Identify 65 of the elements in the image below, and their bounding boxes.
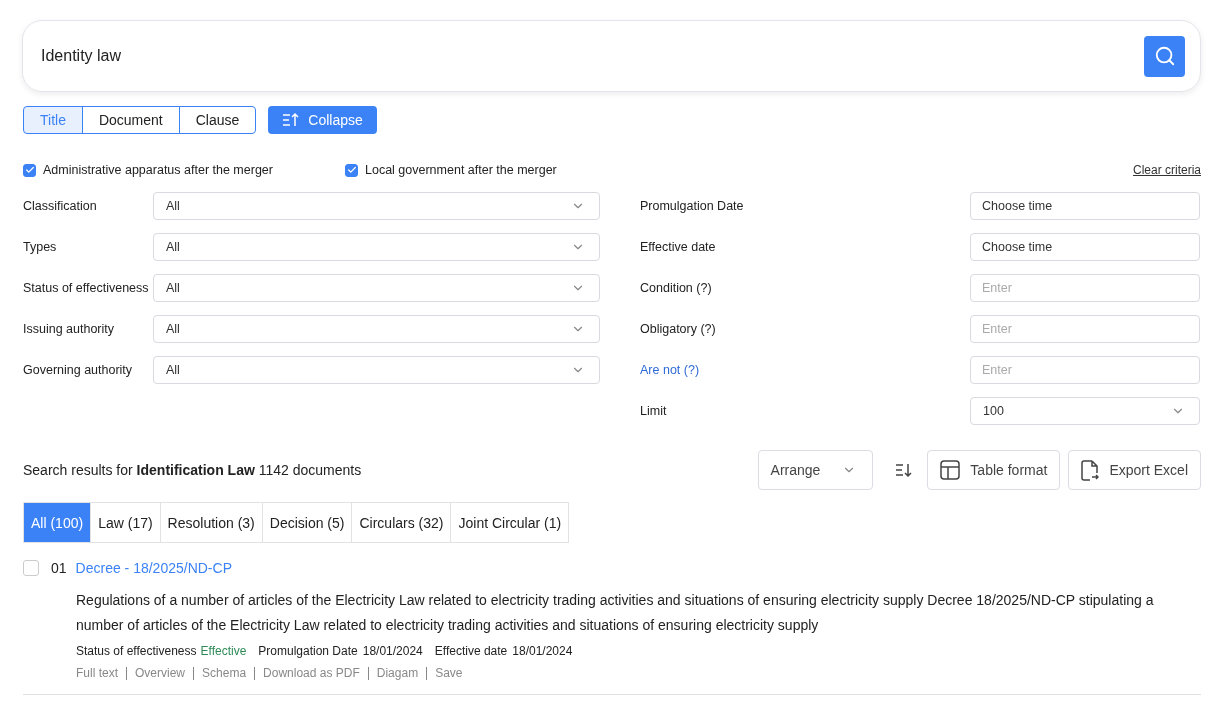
- filter-select[interactable]: All: [153, 192, 600, 220]
- file-export-icon: [1081, 459, 1100, 481]
- filter-select[interactable]: All: [153, 274, 600, 302]
- search-input[interactable]: Identity law: [39, 46, 1144, 66]
- filter-select[interactable]: 100: [970, 397, 1200, 425]
- action-link[interactable]: Full text: [76, 667, 126, 680]
- input-field[interactable]: Enter: [970, 274, 1200, 302]
- meta-value: 18/01/2024: [512, 644, 573, 658]
- result-summary: Regulations of a number of articles of the Electricity Law related to electricity trading activities and situations of ensuring electricity supply Decree 18/2025/ND-CP stipulating a number of articles of the Electricity Law related to electricity trading activities and situations of ensuring electricity supply: [76, 591, 1155, 635]
- filter-select[interactable]: All: [153, 315, 600, 343]
- sort-up-icon: [282, 112, 301, 128]
- checkbox[interactable]: [345, 163, 358, 177]
- category-tab[interactable]: Circulars (32): [351, 502, 452, 543]
- filter-select[interactable]: All: [153, 233, 600, 261]
- mode-tab[interactable]: Clause: [178, 106, 257, 134]
- category-tab[interactable]: All (100): [23, 502, 92, 543]
- clear-criteria-link[interactable]: Clear criteria: [1133, 163, 1201, 177]
- export-excel-button[interactable]: Export Excel: [1068, 450, 1201, 490]
- category-tab[interactable]: Law (17): [90, 502, 161, 543]
- filter-label: Limit: [640, 404, 668, 418]
- sort-down-icon: [895, 462, 914, 478]
- search-icon: [1153, 45, 1176, 67]
- filter-label: Condition (?): [640, 281, 713, 295]
- result-number: 01: [51, 560, 67, 576]
- result-title-link[interactable]: Decree - 18/2025/ND-CP: [75, 560, 232, 576]
- collapse-button[interactable]: Collapse: [268, 106, 377, 134]
- input-field[interactable]: Enter: [970, 315, 1200, 343]
- checkbox[interactable]: [23, 560, 39, 576]
- filter-label: Obligatory (?): [640, 322, 717, 336]
- mode-tab[interactable]: Document: [81, 106, 180, 134]
- filter-label: Status of effectiveness: [23, 281, 150, 295]
- meta-label: Effective date: [434, 644, 508, 658]
- filter-label: Types: [23, 240, 58, 254]
- checkbox-label: Administrative apparatus after the merger: [43, 163, 273, 177]
- action-link[interactable]: Download as PDF: [254, 667, 368, 680]
- search-field[interactable]: Identity law: [22, 20, 1201, 92]
- sort-button[interactable]: [895, 462, 914, 478]
- filter-label: Governing authority: [23, 363, 134, 377]
- category-tab[interactable]: Resolution (3): [159, 502, 263, 543]
- results-summary: Search results for Identification Law 1142 documents: [23, 462, 362, 478]
- table-format-button[interactable]: Table format: [927, 450, 1061, 490]
- filter-label: Issuing authority: [23, 322, 116, 336]
- filter-select[interactable]: All: [153, 356, 600, 384]
- category-tab[interactable]: Joint Circular (1): [450, 502, 570, 543]
- input-field[interactable]: Enter: [970, 356, 1200, 384]
- action-link[interactable]: Overview: [126, 667, 194, 680]
- checkbox[interactable]: [23, 163, 36, 177]
- action-link[interactable]: Schema: [193, 667, 255, 680]
- meta-label: Promulgation Date: [258, 644, 358, 658]
- filter-label: Effective date: [640, 240, 717, 254]
- action-link[interactable]: Save: [426, 667, 471, 680]
- action-link[interactable]: Diagam: [367, 667, 427, 680]
- table-icon: [940, 460, 961, 480]
- filter-label: Are not (?): [640, 363, 701, 377]
- filter-label: Promulgation Date: [640, 199, 745, 213]
- meta-label: Status of effectiveness: [76, 644, 197, 658]
- date-field[interactable]: Choose time: [970, 192, 1200, 220]
- filter-label: Classification: [23, 199, 98, 213]
- arrange-dropdown[interactable]: Arrange: [757, 450, 874, 490]
- date-field[interactable]: Choose time: [970, 233, 1200, 261]
- checkbox-label: Local government after the merger: [365, 163, 557, 177]
- status-text: Effective: [200, 644, 247, 658]
- search-button[interactable]: [1144, 35, 1185, 77]
- meta-value: 18/01/2024: [362, 644, 423, 658]
- category-tab[interactable]: Decision (5): [261, 502, 353, 543]
